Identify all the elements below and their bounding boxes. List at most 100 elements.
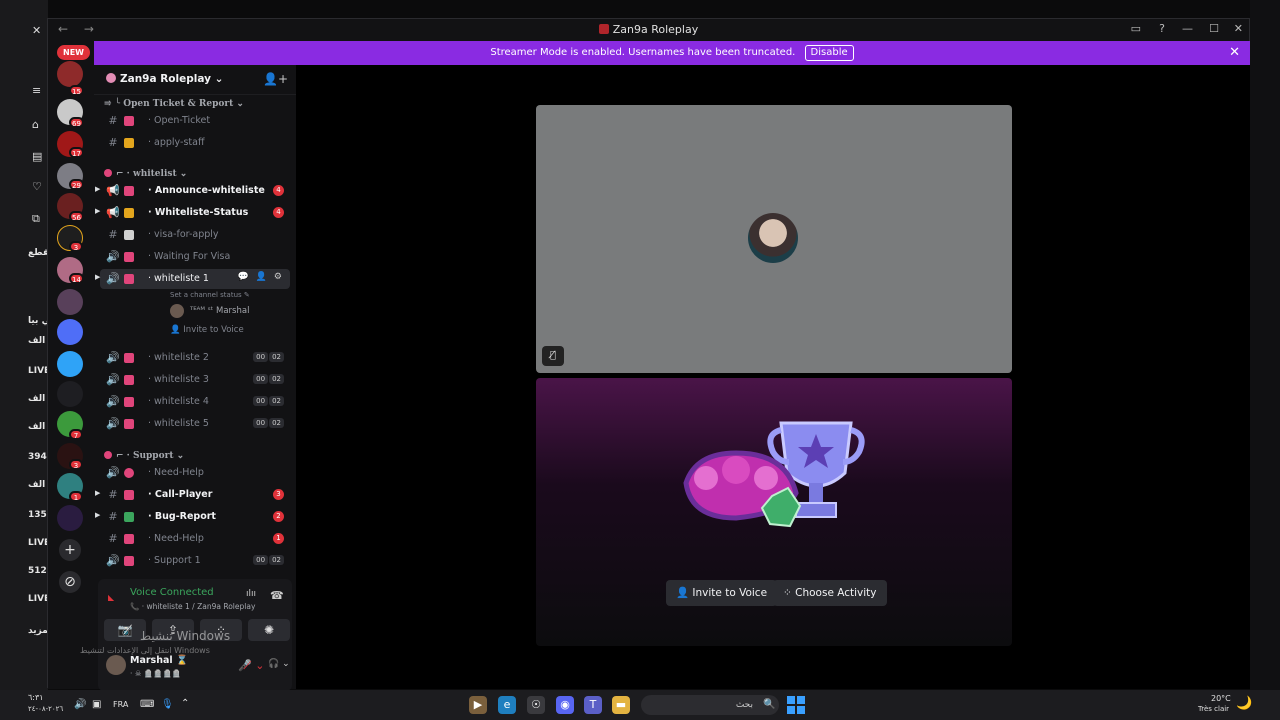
- discover-button[interactable]: ⊘: [59, 571, 81, 593]
- teams-icon[interactable]: T: [584, 696, 602, 714]
- background-scrollbar[interactable]: [1250, 0, 1280, 690]
- clock-time[interactable]: ٦:٣١: [28, 693, 44, 702]
- game-app-icon[interactable]: ☉: [527, 696, 545, 714]
- volume-icon[interactable]: 🔊: [74, 699, 86, 710]
- channel-open-ticket[interactable]: # · Open-Ticket: [100, 111, 290, 131]
- username[interactable]: Marshal ⌛: [130, 655, 188, 666]
- channel-label: · whiteliste 1: [148, 273, 209, 284]
- bg-label: LIVE: [28, 538, 48, 548]
- channel-support-1[interactable]: 🔊 · Support 1 00 02: [100, 551, 290, 571]
- screen: ✕ ≡ ⌂ ▤ ♡ ⧉ مقطع بي بيا ك ألف LIVE ك ألف…: [0, 0, 1280, 720]
- help-icon[interactable]: ?: [1159, 22, 1165, 35]
- subscriptions-icon[interactable]: ▤: [32, 150, 42, 163]
- invite-to-voice-row[interactable]: 👤 Invite to Voice ›: [170, 325, 244, 341]
- voice-channel-icon: 🔊: [106, 272, 120, 285]
- channel-apply-staff[interactable]: # · apply-staff: [100, 133, 290, 153]
- heart-icon[interactable]: ♡: [32, 180, 42, 193]
- menu-icon[interactable]: ≡: [32, 84, 41, 97]
- set-channel-status[interactable]: Set a channel status ✎: [170, 291, 250, 299]
- new-badge[interactable]: NEW: [57, 45, 90, 60]
- bg-label: مقطع: [28, 248, 48, 258]
- weather-moon-icon[interactable]: 🌙: [1236, 696, 1252, 711]
- network-icon[interactable]: ▣: [92, 699, 101, 710]
- server-icon[interactable]: [57, 381, 83, 407]
- channel-whiteliste-1[interactable]: ▶ 🔊 · whiteliste 1 💬 👤 ⚙: [95, 269, 290, 289]
- search-input[interactable]: بحث: [641, 695, 779, 715]
- channel-call-player[interactable]: ▶ # · Call-Player 3: [95, 485, 290, 505]
- activation-watermark-title: تنشيط Windows: [140, 629, 231, 643]
- channel-whiteliste-2[interactable]: 🔊 · whiteliste 2 00 02: [100, 348, 290, 368]
- close-icon[interactable]: ✕: [32, 24, 41, 37]
- start-button[interactable]: [787, 696, 805, 714]
- signal-icon[interactable]: ◣: [108, 593, 114, 602]
- channel-announce-whiteliste[interactable]: ▶ 📢 · Announce-whiteliste 4: [95, 181, 290, 201]
- inbox-icon[interactable]: ▭: [1131, 22, 1141, 35]
- choose-activity-button[interactable]: ⁘ Choose Activity: [773, 580, 887, 606]
- invite-to-voice-button[interactable]: 👤 Invite to Voice: [666, 580, 778, 606]
- disconnect-icon[interactable]: ☎: [270, 589, 284, 602]
- channel-label: · Bug-Report: [148, 511, 216, 522]
- ticket-emoji-icon: [124, 116, 134, 126]
- channel-label: · Announce-whiteliste: [148, 185, 265, 196]
- channel-tools[interactable]: 💬 👤 ⚙: [238, 272, 284, 282]
- soundboard-icon[interactable]: ılıı: [246, 589, 256, 599]
- channel-list: ⥤ ╰ Open Ticket & Report ⌄ # · Open-Tick…: [94, 95, 296, 575]
- minimize-button[interactable]: —: [1182, 22, 1193, 35]
- recycle-emoji-icon: [124, 512, 134, 522]
- server-name[interactable]: Zan9a Roleplay ⌄: [106, 73, 223, 85]
- channel-need-help-voice[interactable]: 🔊 · Need-Help: [100, 463, 290, 483]
- participant-tile[interactable]: 🎙̸: [536, 105, 1012, 373]
- channel-visa-for-apply[interactable]: # · visa-for-apply: [100, 225, 290, 245]
- member-name: ᵀᴱᴬᴹ ˢᵗ Marshal: [190, 306, 250, 316]
- category-open-ticket[interactable]: ⥤ ╰ Open Ticket & Report ⌄: [104, 99, 244, 109]
- voice-channel-path[interactable]: 📞 · whiteliste 1 / Zan9a Roleplay: [130, 602, 255, 611]
- home-icon[interactable]: ⌂: [32, 118, 39, 131]
- server-icon[interactable]: [57, 351, 83, 377]
- category-whitelist[interactable]: ⌐ · whitelist ⌄: [104, 169, 187, 179]
- disable-button[interactable]: Disable: [804, 45, 854, 61]
- soundboard-button[interactable]: ✺: [248, 619, 290, 641]
- unread-indicator: ▶: [95, 511, 101, 519]
- invite-people-icon[interactable]: 👤+: [263, 72, 288, 86]
- bg-label: 512: [28, 566, 47, 576]
- server-icon[interactable]: [57, 319, 83, 345]
- server-header[interactable]: Zan9a Roleplay ⌄ 👤+: [94, 65, 296, 95]
- clock-date[interactable]: ٢٠٢٦-٠٨-٢٤: [28, 705, 63, 713]
- channel-whiteliste-5[interactable]: 🔊 · whiteliste 5 00 02: [100, 414, 290, 434]
- banner-close-icon[interactable]: ✕: [1229, 41, 1240, 65]
- channel-waiting-for-visa[interactable]: 🔊 · Waiting For Visa: [100, 247, 290, 267]
- channel-whiteliste-4[interactable]: 🔊 · whiteliste 4 00 02: [100, 392, 290, 412]
- avatar[interactable]: [106, 655, 126, 675]
- channel-bug-report[interactable]: ▶ # · Bug-Report 2: [95, 507, 290, 527]
- server-icon[interactable]: [57, 61, 83, 87]
- server-icon[interactable]: [57, 289, 83, 315]
- keyboard-icon[interactable]: ⌨: [140, 699, 154, 710]
- category-support[interactable]: ⌐ · Support ⌄: [104, 451, 184, 461]
- maximize-button[interactable]: ☐: [1209, 22, 1219, 35]
- channel-need-help-text[interactable]: # · Need-Help 1: [100, 529, 290, 549]
- weather-temp[interactable]: 20°C: [1211, 694, 1231, 703]
- add-server-button[interactable]: +: [59, 539, 81, 561]
- channel-whiteliste-status[interactable]: ▶ 📢 · Whiteliste-Status 4: [95, 203, 290, 223]
- channel-label: · whiteliste 4: [148, 396, 209, 407]
- no-entry-emoji-icon: [124, 468, 134, 478]
- voice-status[interactable]: Voice Connected: [130, 587, 214, 598]
- file-explorer-icon[interactable]: ▬: [612, 696, 630, 714]
- close-button[interactable]: ✕: [1234, 22, 1243, 35]
- deafen-toggle[interactable]: 🎧 ⌄: [268, 659, 290, 669]
- bg-label: بي بيا: [28, 316, 48, 326]
- media-app-icon[interactable]: ▶: [469, 696, 487, 714]
- chevron-up-icon[interactable]: ⌃: [181, 698, 189, 709]
- weather-desc[interactable]: Très clair: [1198, 705, 1229, 713]
- channel-label: · Support 1: [148, 555, 201, 566]
- channel-whiteliste-3[interactable]: 🔊 · whiteliste 3 00 02: [100, 370, 290, 390]
- mention-badge: 3: [69, 459, 83, 470]
- channel-label: · Open-Ticket: [148, 115, 211, 126]
- edge-icon[interactable]: e: [498, 696, 516, 714]
- discord-icon[interactable]: ◉: [556, 696, 574, 714]
- mute-toggle[interactable]: 🎤̸ ⌄: [238, 659, 264, 672]
- server-icon[interactable]: [57, 505, 83, 531]
- library-icon[interactable]: ⧉: [32, 212, 40, 226]
- language-indicator[interactable]: FRA: [113, 700, 128, 709]
- microphone-icon[interactable]: 🎙: [161, 699, 174, 710]
